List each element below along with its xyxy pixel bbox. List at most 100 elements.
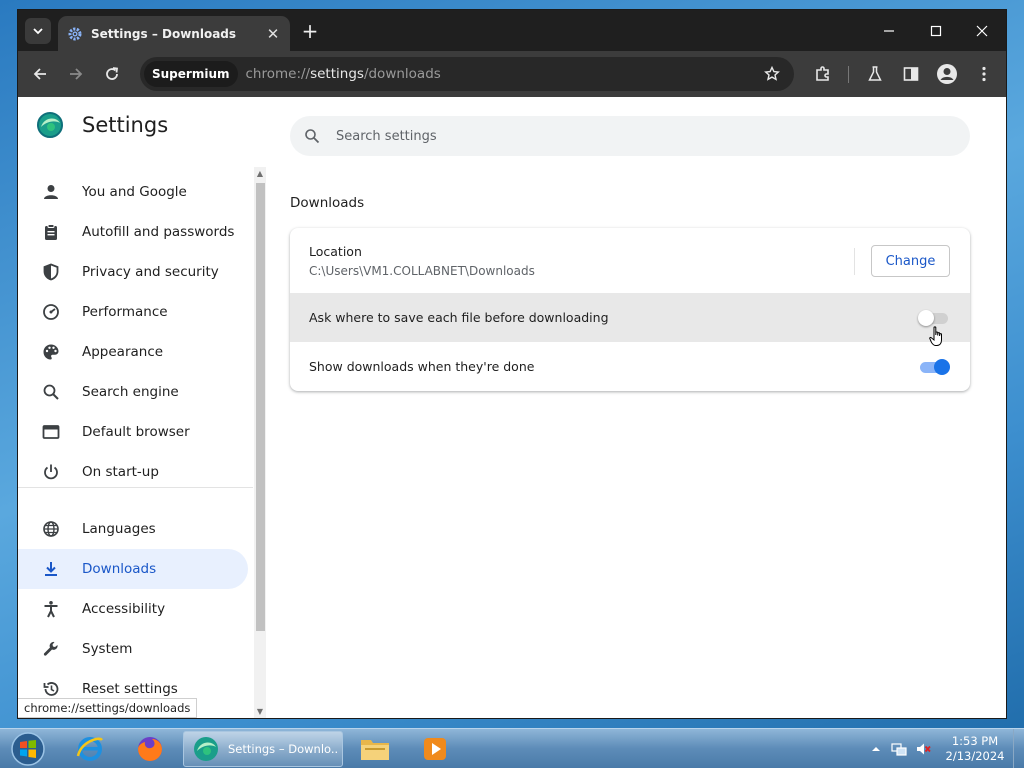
toolbar-separator: [848, 66, 849, 83]
clipboard-icon: [41, 222, 61, 242]
globe-icon: [41, 519, 61, 539]
minimize-icon: [884, 30, 894, 32]
sidebar-item-downloads[interactable]: Downloads: [18, 549, 248, 589]
start-button[interactable]: [8, 731, 48, 767]
sidebar-item-label: You and Google: [82, 184, 187, 200]
taskbar-firefox[interactable]: [124, 731, 176, 767]
side-panel-icon[interactable]: [899, 62, 923, 86]
change-location-button[interactable]: Change: [871, 245, 950, 277]
bookmark-star-icon[interactable]: [760, 62, 784, 86]
palette-icon: [41, 342, 61, 362]
settings-page: Settings You and Google Autofill and pas…: [18, 97, 1006, 718]
sidebar-item-label: Privacy and security: [82, 264, 219, 280]
search-input[interactable]: [336, 128, 896, 144]
sidebar-scrollbar-thumb[interactable]: [256, 183, 265, 631]
supermium-logo-icon: [194, 737, 218, 761]
sidebar-item-search-engine[interactable]: Search engine: [18, 372, 248, 412]
sidebar-item-system[interactable]: System: [18, 629, 248, 669]
volume-muted-icon[interactable]: [915, 741, 931, 757]
more-menu-icon[interactable]: [972, 62, 996, 86]
sidebar-item-label: System: [82, 641, 133, 657]
tab-settings-downloads[interactable]: Settings – Downloads ✕: [58, 16, 290, 51]
sidebar-item-accessibility[interactable]: Accessibility: [18, 589, 248, 629]
tab-search-button[interactable]: [25, 18, 51, 44]
sidebar-item-label: Downloads: [82, 561, 157, 577]
extensions-icon[interactable]: [811, 62, 835, 86]
site-chip[interactable]: Supermium: [144, 61, 238, 87]
sidebar-item-privacy[interactable]: Privacy and security: [18, 252, 248, 292]
settings-sidebar: You and Google Autofill and passwords Pr…: [18, 157, 253, 718]
sidebar-item-you-and-google[interactable]: You and Google: [18, 172, 248, 212]
taskbar-media-player[interactable]: [409, 731, 461, 767]
close-window-button[interactable]: [959, 16, 1005, 46]
ask-where-to-save-label: Ask where to save each file before downl…: [309, 310, 609, 325]
windows-logo-icon: [11, 732, 45, 766]
tab-close-icon[interactable]: ✕: [264, 25, 282, 43]
back-button[interactable]: [28, 62, 52, 86]
maximize-button[interactable]: [913, 16, 959, 46]
reset-history-icon: [41, 679, 61, 699]
sidebar-item-label: Search engine: [82, 384, 179, 400]
address-bar[interactable]: Supermium chrome://settings/downloads: [140, 57, 794, 91]
accessibility-icon: [41, 599, 61, 619]
show-downloads-label: Show downloads when they're done: [309, 359, 535, 374]
firefox-icon: [138, 737, 162, 761]
taskbar-clock[interactable]: 1:53 PM 2/13/2024: [940, 734, 1010, 764]
tab-title: Settings – Downloads: [91, 26, 237, 41]
scroll-up-arrow-icon[interactable]: ▲: [255, 168, 265, 178]
url-scheme: chrome://: [245, 66, 311, 82]
forward-button[interactable]: [64, 62, 88, 86]
taskbar: Settings – Downlo... 1:53 PM 2/13/2024: [0, 728, 1024, 768]
minimize-button[interactable]: [866, 16, 912, 46]
power-icon: [41, 462, 61, 482]
maximize-icon: [930, 25, 942, 37]
sidebar-item-default-browser[interactable]: Default browser: [18, 412, 248, 452]
chevron-down-icon: [33, 28, 43, 35]
sidebar-divider: [18, 487, 253, 488]
sidebar-item-label: Languages: [82, 521, 156, 537]
new-tab-button[interactable]: +: [299, 19, 321, 43]
show-downloads-row[interactable]: Show downloads when they're done: [290, 342, 970, 391]
close-icon: [976, 25, 988, 37]
row-divider: [854, 248, 855, 275]
browser-window-icon: [41, 422, 61, 442]
reload-icon: [106, 67, 119, 80]
sidebar-item-languages[interactable]: Languages: [18, 509, 248, 549]
taskbar-window-title: Settings – Downlo...: [228, 742, 338, 756]
taskbar-supermium-window[interactable]: Settings – Downlo...: [183, 731, 343, 767]
url-path: /downloads: [363, 66, 441, 82]
location-label: Location: [309, 244, 362, 259]
gear-icon: [68, 27, 82, 41]
sidebar-item-on-startup[interactable]: On start-up: [18, 452, 248, 492]
browser-window: Settings – Downloads ✕ + Supermium chrom…: [18, 10, 1006, 718]
labs-flask-icon[interactable]: [863, 62, 887, 86]
reload-button[interactable]: [100, 62, 124, 86]
person-icon: [41, 182, 61, 202]
ask-where-to-save-toggle[interactable]: [918, 310, 950, 326]
search-icon: [41, 382, 61, 402]
network-icon[interactable]: [891, 741, 907, 757]
sidebar-item-performance[interactable]: Performance: [18, 292, 248, 332]
sidebar-item-label: Performance: [82, 304, 168, 320]
download-icon: [41, 559, 61, 579]
arrow-left-icon: [33, 68, 46, 80]
toggle-knob: [918, 310, 934, 326]
search-icon: [303, 127, 321, 145]
show-downloads-toggle[interactable]: [918, 359, 950, 375]
sidebar-item-appearance[interactable]: Appearance: [18, 332, 248, 372]
ask-where-to-save-row[interactable]: Ask where to save each file before downl…: [290, 293, 970, 346]
sidebar-item-label: Reset settings: [82, 681, 178, 697]
arrow-right-icon: [70, 68, 83, 80]
scroll-down-arrow-icon[interactable]: ▼: [255, 706, 265, 716]
shield-icon: [41, 262, 61, 282]
taskbar-internet-explorer[interactable]: [64, 731, 116, 767]
show-hidden-icons-icon[interactable]: [868, 741, 884, 757]
url-text[interactable]: chrome://settings/downloads: [246, 66, 761, 82]
taskbar-file-explorer[interactable]: [349, 731, 401, 767]
settings-search-box[interactable]: [290, 116, 970, 156]
sidebar-item-autofill[interactable]: Autofill and passwords: [18, 212, 248, 252]
folder-icon: [361, 740, 389, 760]
section-title: Downloads: [290, 195, 365, 211]
show-desktop-button[interactable]: [1013, 729, 1024, 768]
profile-avatar-icon[interactable]: [935, 62, 959, 86]
